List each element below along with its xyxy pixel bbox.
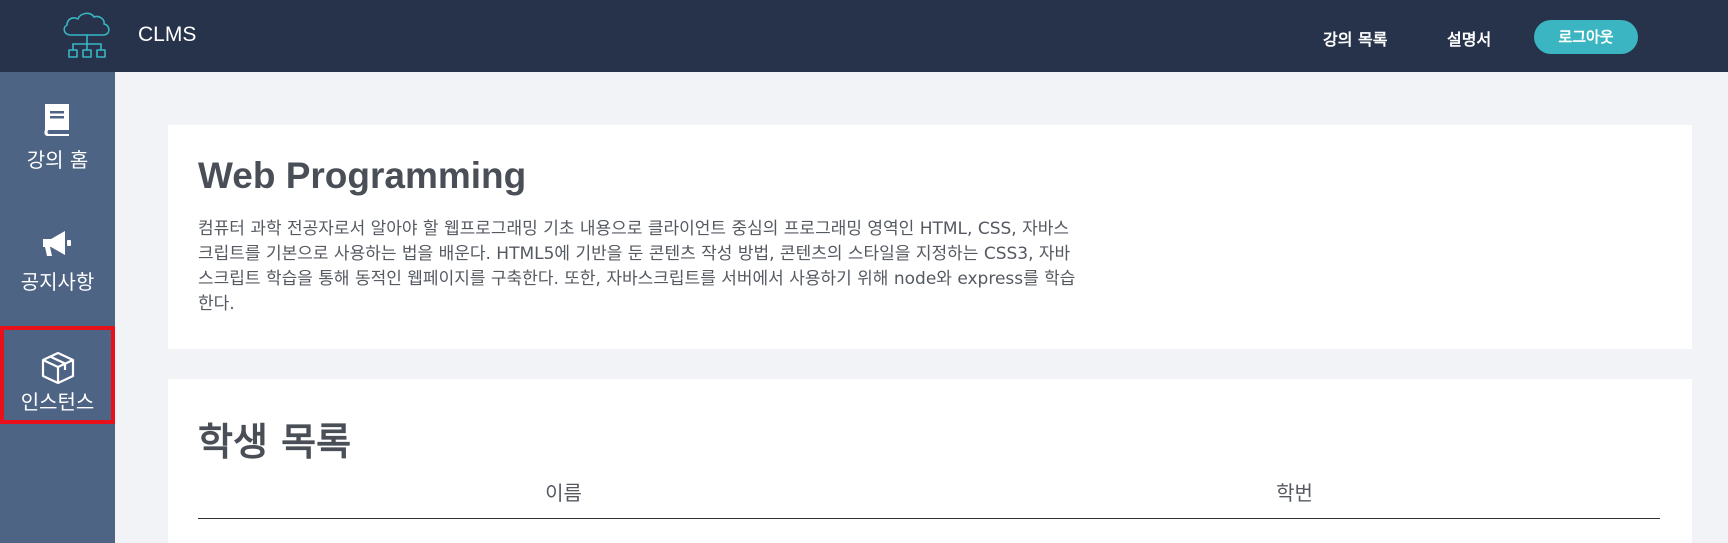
course-description: 컴퓨터 과학 전공자로서 알아야 할 웹프로그래밍 기초 내용으로 클라이언트 … xyxy=(198,219,1076,314)
page: CLMS 강의 목록 설명서 로그아웃 강의 홈 공지사항 인스턴스 Web P… xyxy=(0,0,1728,543)
sidebar-item-label: 인스턴스 xyxy=(20,390,95,414)
nav-course-list-link[interactable]: 강의 목록 xyxy=(1323,26,1387,50)
course-title: Web Programming xyxy=(198,155,527,196)
sidebar: 강의 홈 공지사항 인스턴스 xyxy=(0,72,115,543)
cloud-network-icon[interactable] xyxy=(58,8,116,64)
column-header-student-id: 학번 xyxy=(1276,481,1313,505)
logout-button[interactable]: 로그아웃 xyxy=(1534,20,1638,54)
top-navbar: CLMS 강의 목록 설명서 로그아웃 xyxy=(0,0,1728,72)
sidebar-item-label: 공지사항 xyxy=(20,270,95,294)
column-header-name: 이름 xyxy=(545,481,582,505)
student-table-header: 이름 학번 xyxy=(198,477,1660,519)
sidebar-item-instance[interactable]: 인스턴스 xyxy=(0,326,115,424)
sidebar-item-notice[interactable]: 공지사항 xyxy=(0,222,115,328)
nav-manual-link[interactable]: 설명서 xyxy=(1447,26,1491,50)
student-list-title: 학생 목록 xyxy=(198,420,352,464)
sidebar-item-course-home[interactable]: 강의 홈 xyxy=(0,94,115,200)
cube-icon xyxy=(41,351,75,385)
book-icon xyxy=(44,104,69,136)
student-list-card: 학생 목록 이름 학번 xyxy=(168,379,1692,543)
app-title[interactable]: CLMS xyxy=(138,23,196,47)
course-info-card: Web Programming 컴퓨터 과학 전공자로서 알아야 할 웹프로그래… xyxy=(168,125,1692,349)
megaphone-icon xyxy=(43,231,71,256)
sidebar-item-label: 강의 홈 xyxy=(26,148,89,172)
